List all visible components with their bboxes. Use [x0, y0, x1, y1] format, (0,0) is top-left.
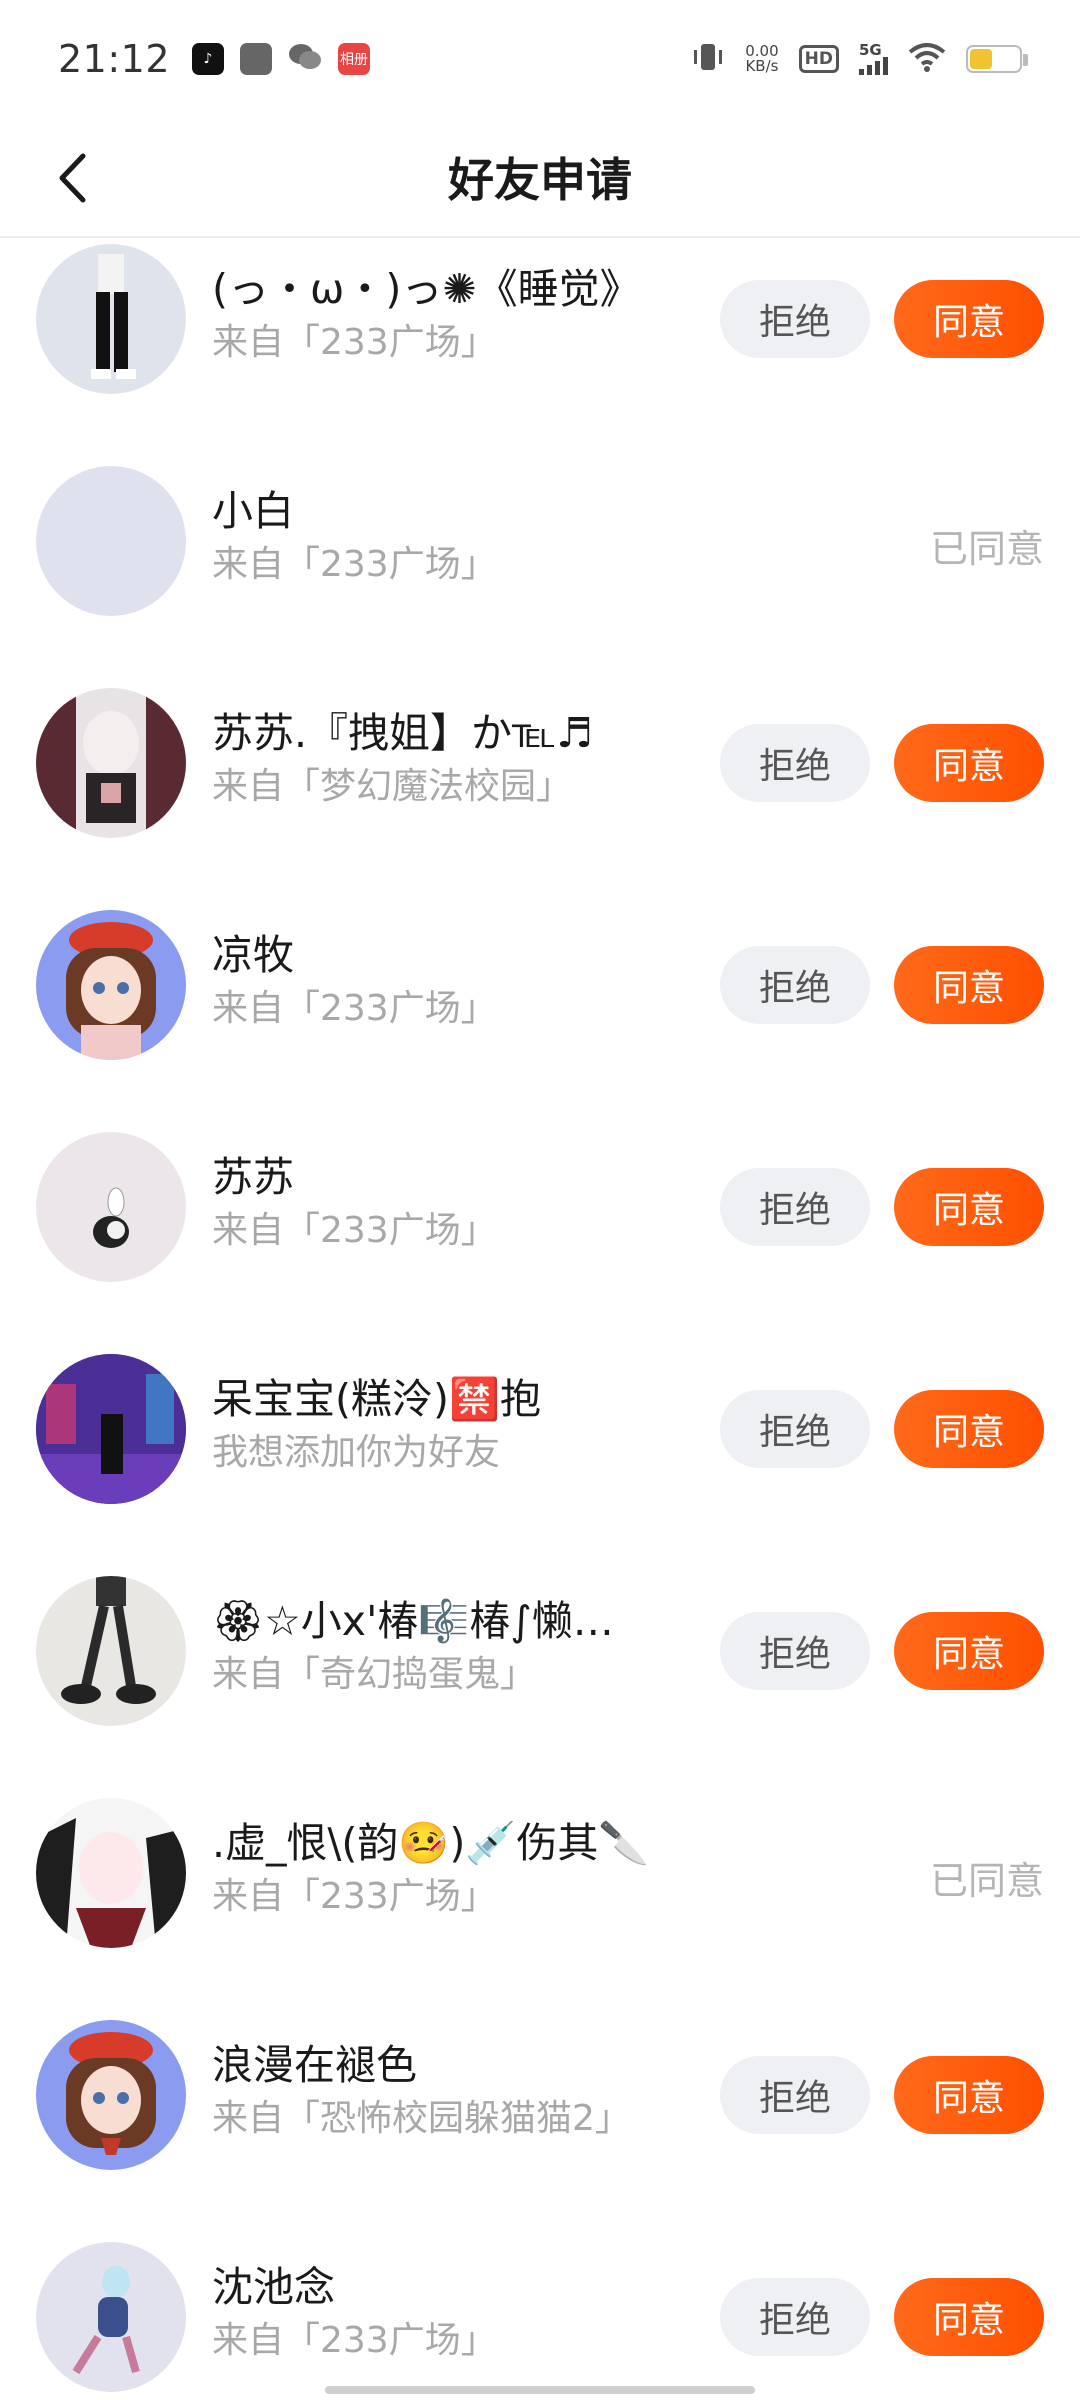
requester-name: (っ・ω・)っ✺《睡觉》	[212, 265, 641, 313]
friend-request-item: 小白 来自「233广场」 已同意	[0, 446, 1080, 668]
network-speed-unit: KB/s	[745, 57, 779, 75]
notification-icons: ♪ 相册	[192, 42, 371, 76]
status-bar: 21:12 ♪ 相册 0.00 KB/s HD 5G	[0, 0, 1080, 118]
requester-name: 浪漫在褪色	[212, 2041, 417, 2089]
accept-button[interactable]: 同意	[894, 946, 1044, 1024]
hd-icon: HD	[798, 45, 839, 73]
top-nav-bar: 好友申请	[0, 118, 1080, 238]
tiktok-icon: ♪	[192, 43, 225, 75]
request-source: 我想添加你为好友	[212, 1432, 501, 1473]
avatar[interactable]	[36, 910, 186, 1060]
accept-button[interactable]: 同意	[894, 1168, 1044, 1246]
accept-button[interactable]: 同意	[894, 2278, 1044, 2356]
accept-button[interactable]: 同意	[894, 724, 1044, 802]
accept-button[interactable]: 同意	[894, 280, 1044, 358]
requester-name: 小白	[212, 487, 294, 535]
reject-button[interactable]: 拒绝	[720, 2056, 870, 2134]
accept-button[interactable]: 同意	[894, 1612, 1044, 1690]
network-speed: 0.00 KB/s	[745, 44, 778, 74]
request-source: 来自「恐怖校园躲猫猫2」	[212, 2098, 631, 2139]
avatar[interactable]	[36, 244, 186, 394]
page-title: 好友申请	[448, 153, 632, 207]
app-notification-icon	[240, 43, 273, 75]
wechat-icon	[288, 42, 322, 76]
requester-name: .虚_恨\(韵🤒)💉伤其🔪	[212, 1819, 650, 1867]
request-source: 来自「梦幻魔法校园」	[212, 766, 573, 807]
request-source: 来自「233广场」	[212, 1210, 497, 1251]
request-source: 来自「233广场」	[212, 322, 497, 363]
friend-request-item: 🏵☆小x'椿🎼椿∫懒… 来自「奇幻捣蛋鬼」 拒绝 同意	[0, 1556, 1080, 1778]
network-type: 5G	[859, 41, 882, 59]
avatar[interactable]	[36, 2020, 186, 2170]
avatar[interactable]	[36, 466, 186, 616]
cellular-signal-icon: 5G	[859, 43, 888, 75]
friend-request-item: 呆宝宝(糕泠)🈲抱 我想添加你为好友 拒绝 同意	[0, 1334, 1080, 1556]
battery-icon	[966, 45, 1028, 73]
back-button[interactable]	[40, 140, 104, 216]
avatar[interactable]	[36, 2242, 186, 2392]
reject-button[interactable]: 拒绝	[720, 1168, 870, 1246]
friend-request-item: (っ・ω・)っ✺《睡觉》 来自「233广场」 拒绝 同意	[0, 240, 1080, 446]
request-source: 来自「233广场」	[212, 1876, 497, 1917]
friend-request-item: 凉牧 来自「233广场」 拒绝 同意	[0, 890, 1080, 1112]
avatar[interactable]	[36, 1354, 186, 1504]
wifi-icon	[908, 42, 946, 76]
accepted-status: 已同意	[929, 1859, 1044, 1903]
friend-request-item: 浪漫在褪色 来自「恐怖校园躲猫猫2」 拒绝 同意	[0, 2000, 1080, 2222]
request-source: 来自「233广场」	[212, 2320, 497, 2361]
friend-request-item: 沈池念 来自「233广场」 拒绝 同意	[0, 2222, 1080, 2400]
avatar[interactable]	[36, 1132, 186, 1282]
request-source: 来自「奇幻捣蛋鬼」	[212, 1654, 537, 1695]
requester-name: 🏵☆小x'椿🎼椿∫懒…	[212, 1597, 614, 1645]
friend-request-item: .虚_恨\(韵🤒)💉伤其🔪 来自「233广场」 已同意	[0, 1778, 1080, 2000]
requester-name: 沈池念	[212, 2263, 335, 2311]
avatar[interactable]	[36, 688, 186, 838]
home-indicator[interactable]	[325, 2386, 755, 2394]
back-arrow-icon	[59, 153, 86, 203]
requester-name: 呆宝宝(糕泠)🈲抱	[212, 1375, 542, 1423]
request-source: 来自「233广场」	[212, 988, 497, 1029]
friend-request-item: 苏苏 来自「233广场」 拒绝 同意	[0, 1112, 1080, 1334]
accept-button[interactable]: 同意	[894, 1390, 1044, 1468]
avatar[interactable]	[36, 1576, 186, 1726]
requester-name: 苏苏.『拽姐】か℡♬	[212, 709, 593, 757]
requester-name: 苏苏	[212, 1153, 294, 1201]
reject-button[interactable]: 拒绝	[720, 1390, 870, 1468]
request-source: 来自「233广场」	[212, 544, 497, 585]
reject-button[interactable]: 拒绝	[720, 946, 870, 1024]
vibrate-icon	[691, 40, 725, 78]
gallery-app-icon: 相册	[338, 43, 371, 75]
reject-button[interactable]: 拒绝	[720, 2278, 870, 2356]
reject-button[interactable]: 拒绝	[720, 724, 870, 802]
status-time: 21:12	[58, 37, 171, 81]
accepted-status: 已同意	[929, 527, 1044, 571]
avatar[interactable]	[36, 1798, 186, 1948]
accept-button[interactable]: 同意	[894, 2056, 1044, 2134]
reject-button[interactable]: 拒绝	[720, 1612, 870, 1690]
friend-request-list: (っ・ω・)っ✺《睡觉》 来自「233广场」 拒绝 同意 小白 来自「233广场…	[0, 240, 1080, 2400]
system-icons: 0.00 KB/s HD 5G	[691, 40, 1028, 78]
friend-request-item: 苏苏.『拽姐】か℡♬ 来自「梦幻魔法校园」 拒绝 同意	[0, 668, 1080, 890]
requester-name: 凉牧	[212, 931, 294, 979]
reject-button[interactable]: 拒绝	[720, 280, 870, 358]
